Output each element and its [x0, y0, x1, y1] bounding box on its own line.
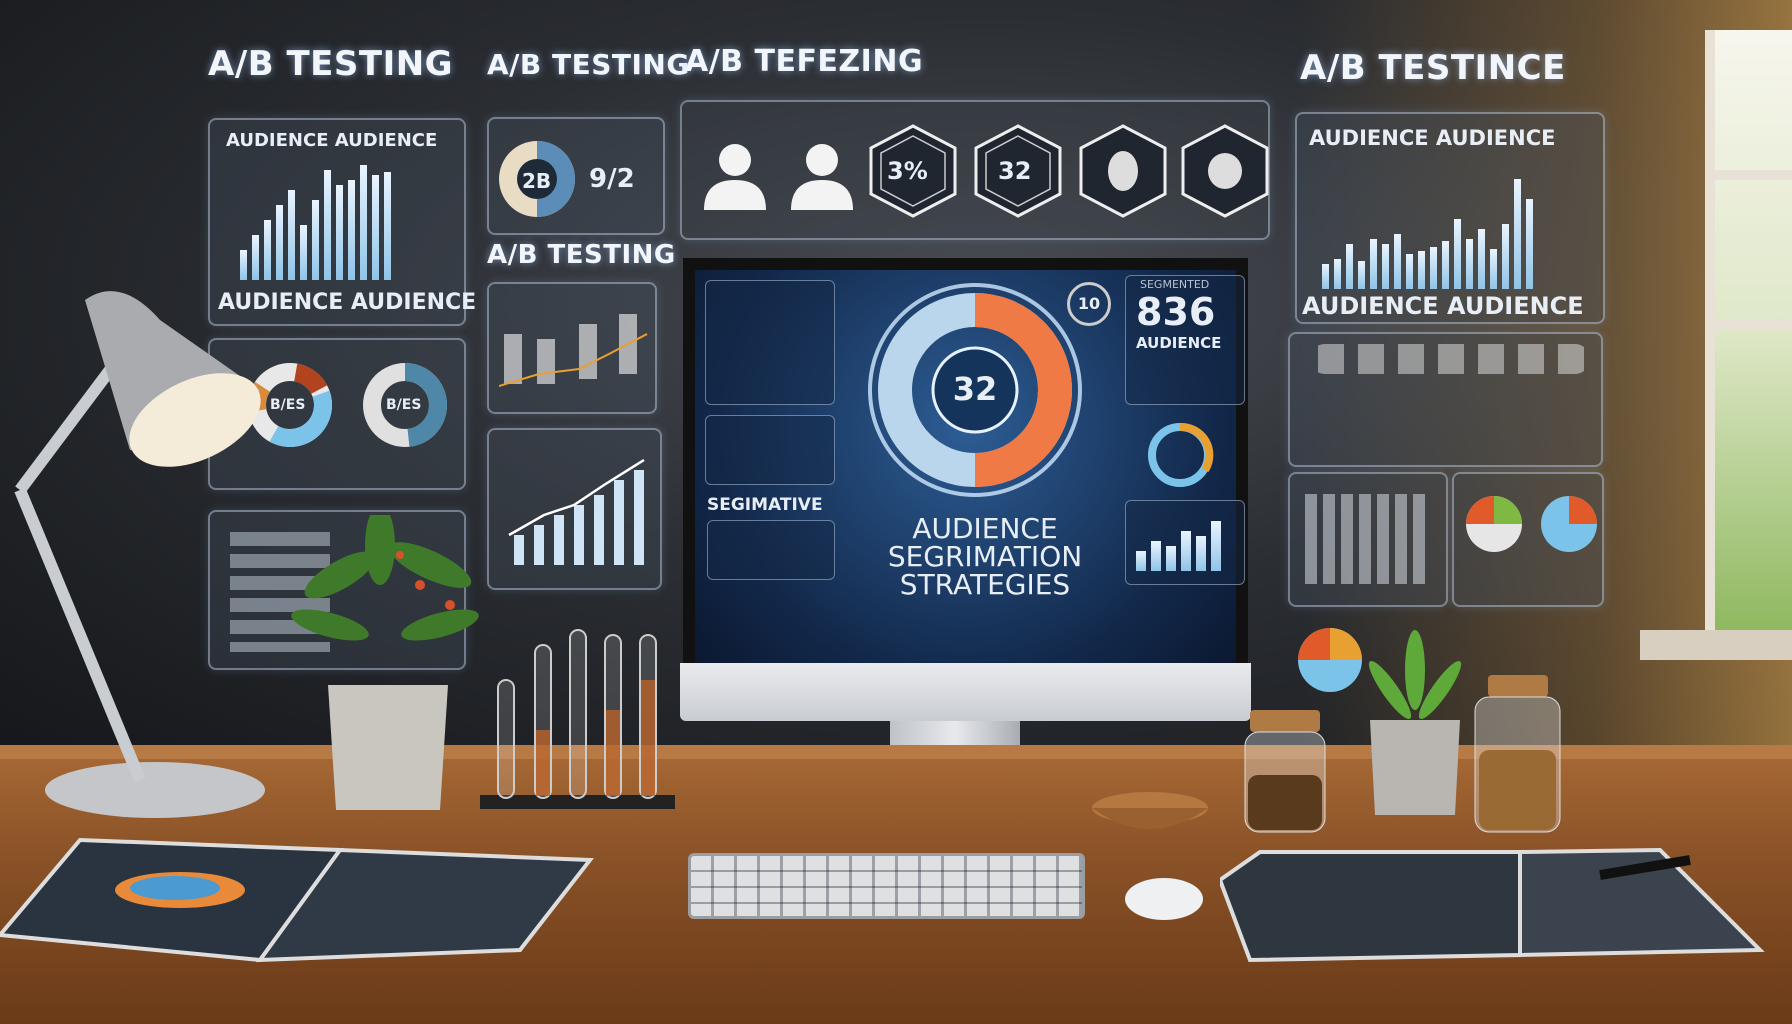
title-ab-tefezing: A/B TEFEZING [685, 44, 924, 79]
succulent-plant [1368, 630, 1462, 815]
title-ab-testing-1: A/B TESTING [208, 44, 454, 84]
hex-value-2: 32 [998, 157, 1032, 185]
gauge-value: 32 [952, 370, 998, 408]
badge-value[interactable]: 10 [1067, 282, 1111, 326]
title-ab-testing-3: A/B TESTING [487, 240, 676, 270]
segmentation-label: SEGIMATIVE [707, 495, 823, 515]
pie-charts [1466, 496, 1597, 552]
screen-bar-chart [1125, 500, 1245, 585]
open-magazine-right [1220, 847, 1765, 963]
right-chart-heading: AUDIENCE AUDIENCE [1309, 126, 1556, 150]
hex-value-1: 3% [887, 157, 928, 185]
chart-heading: AUDIENCE AUDIENCE [226, 130, 438, 151]
pie-chart-small [1298, 628, 1362, 692]
card-label: AUDIENCE [1136, 334, 1222, 352]
trend-panel [487, 282, 657, 414]
title-ab-testince: A/B TESTINCE [1300, 48, 1566, 88]
donut-label-2: B/ES [386, 397, 422, 413]
window-sill [1640, 630, 1792, 660]
hexagon-badge-icon [1079, 124, 1167, 218]
hexagon-badge-icon [1181, 124, 1269, 218]
headline-line-2: SEGRIMATION [887, 540, 1083, 573]
small-bowl [1092, 792, 1208, 829]
growth-chart-panel [487, 428, 662, 590]
right-chart-footer: AUDIENCE AUDIENCE [1302, 292, 1584, 320]
person-icon [791, 144, 853, 210]
right-bar-chart [1322, 164, 1533, 289]
right-icons-panel [1288, 332, 1603, 467]
spice-jar [1244, 710, 1326, 833]
screen-headline: AUDIENCE SEGRIMATION STRATEGIES [840, 515, 1130, 599]
trend-line [499, 314, 648, 387]
glass-jar [1474, 675, 1561, 833]
growth-chart [508, 458, 645, 565]
ab-split-panel: 2B 9/2 [487, 117, 665, 235]
pie-label: 2B [522, 169, 552, 193]
window [1705, 30, 1792, 630]
mouse[interactable] [1125, 878, 1203, 920]
open-magazine-left [0, 837, 594, 963]
bar-chart [240, 160, 391, 280]
test-tube-rack [480, 629, 675, 809]
keyboard[interactable] [688, 853, 1085, 919]
headline-line-3: STRATEGIES [899, 568, 1071, 601]
headline-line-1: AUDIENCE [912, 512, 1058, 545]
card-value: 836 [1136, 290, 1216, 334]
segment-icons-panel: 3% 32 [680, 100, 1270, 240]
right-audience-chart-panel: AUDIENCE AUDIENCE AUDIENCE AUDIENCE [1295, 112, 1605, 324]
screen-icon-grid [705, 280, 835, 405]
title-ab-testing-2: A/B TESTING [487, 48, 690, 81]
right-grid-panel [1288, 472, 1448, 607]
potted-plant [291, 515, 479, 810]
segmented-audience-card: SEGMENTED 836 AUDIENCE [1125, 275, 1245, 405]
person-icon [704, 144, 766, 210]
screen-widgets [705, 415, 835, 485]
segment-buttons [707, 520, 835, 580]
ratio-label: 9/2 [589, 164, 635, 194]
monitor-chin [680, 663, 1251, 721]
monitor-screen: SEGIMATIVE 32 10 SEGMENTED 836 AUDIENCE … [683, 258, 1248, 663]
ring-chart [1148, 422, 1214, 487]
desk-lamp [14, 291, 265, 818]
right-pie-panel [1452, 472, 1604, 607]
